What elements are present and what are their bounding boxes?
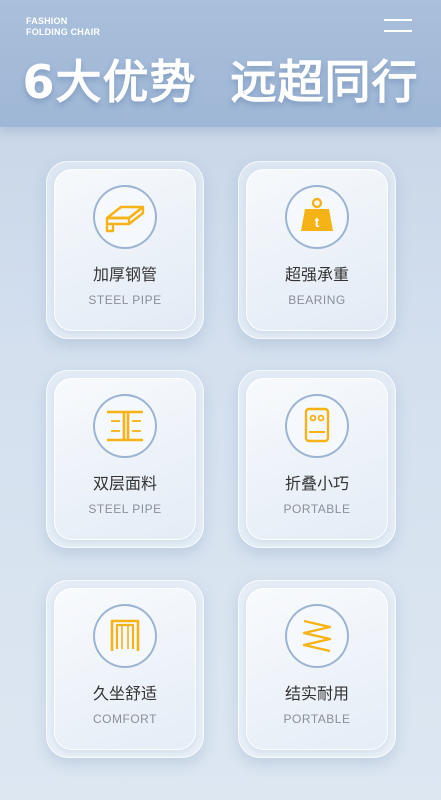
folding-icon: [285, 394, 349, 458]
brand-line-2: FOLDING CHAIR: [26, 27, 101, 37]
feature-card-double-layer: 双层面料 STEEL PIPE: [46, 370, 204, 548]
header-banner: FASHION FOLDING CHAIR 6大优势 远超同行: [0, 0, 441, 127]
brand-line-1: FASHION: [26, 16, 68, 26]
chair-frame-icon: [93, 604, 157, 668]
feature-subtitle: STEEL PIPE: [88, 502, 162, 516]
feature-subtitle: STEEL PIPE: [88, 293, 162, 307]
feature-title: 加厚钢管: [92, 265, 157, 284]
feature-subtitle: COMFORT: [93, 712, 157, 726]
feature-title: 久坐舒适: [92, 684, 157, 703]
brand-text: FASHION FOLDING CHAIR: [26, 16, 100, 38]
feature-card-steel-pipe: 加厚钢管 STEEL PIPE: [46, 161, 204, 339]
feature-subtitle: PORTABLE: [283, 502, 351, 516]
feature-subtitle: BEARING: [288, 293, 346, 307]
feature-subtitle: PORTABLE: [283, 712, 351, 726]
steel-pipe-icon: [93, 185, 157, 249]
feature-title: 折叠小巧: [284, 474, 349, 493]
page-title: 6大优势 远超同行: [22, 55, 419, 109]
feature-card-portable: 折叠小巧 PORTABLE: [238, 370, 396, 548]
feature-title: 超强承重: [284, 265, 349, 284]
feature-title: 结实耐用: [284, 684, 349, 703]
feature-card-comfort: 久坐舒适 COMFORT: [46, 580, 204, 758]
double-layer-icon: [93, 394, 157, 458]
menu-icon[interactable]: [384, 19, 412, 33]
spring-icon: [285, 604, 349, 668]
feature-title: 双层面料: [92, 474, 157, 493]
feature-card-bearing: t 超强承重 BEARING: [238, 161, 396, 339]
svg-text:t: t: [315, 214, 320, 230]
feature-card-durable: 结实耐用 PORTABLE: [238, 580, 396, 758]
weight-icon: t: [285, 185, 349, 249]
